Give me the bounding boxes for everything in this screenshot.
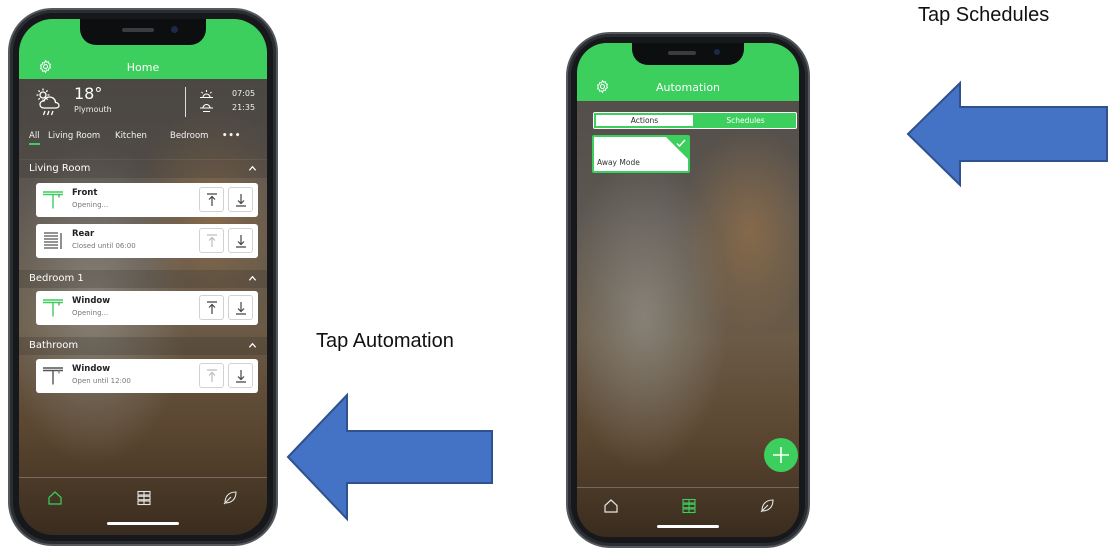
chevron-up-icon[interactable] bbox=[248, 341, 257, 350]
sunset-time: 21:35 bbox=[232, 103, 256, 112]
home-indicator[interactable] bbox=[107, 522, 179, 525]
page-title: Home bbox=[126, 61, 160, 74]
speaker-grille bbox=[668, 51, 696, 55]
temperature: 18° bbox=[74, 84, 103, 103]
arrow-up-icon bbox=[207, 234, 217, 247]
plus-icon bbox=[773, 447, 789, 463]
device-card-bathroom-window[interactable]: Window Open until 12:00 bbox=[36, 359, 258, 393]
device-name: Window bbox=[72, 364, 111, 374]
device-name: Window bbox=[72, 296, 111, 306]
left-arrow-icon bbox=[906, 80, 1108, 188]
leaf-icon[interactable] bbox=[222, 490, 238, 506]
device-card-rear[interactable]: Rear Closed until 06:00 bbox=[36, 224, 258, 258]
filter-all[interactable]: All bbox=[29, 131, 40, 145]
automation-phone-frame: Automation Actions Schedules Away Mode bbox=[566, 32, 810, 548]
leaf-icon[interactable] bbox=[759, 498, 775, 514]
room-name: Bedroom 1 bbox=[29, 273, 84, 284]
blind-open-icon bbox=[43, 191, 63, 209]
open-blind-button[interactable] bbox=[199, 187, 224, 212]
close-blind-button[interactable] bbox=[228, 228, 253, 253]
device-name: Rear bbox=[72, 229, 95, 239]
arrow-down-icon bbox=[236, 370, 246, 383]
left-arrow-icon bbox=[286, 392, 493, 522]
checkmark-icon bbox=[676, 139, 686, 148]
page-title: Automation bbox=[655, 81, 721, 94]
sunset-icon bbox=[200, 103, 213, 113]
arrow-up-icon bbox=[207, 193, 217, 206]
home-icon[interactable] bbox=[603, 498, 619, 514]
room-header-bedroom-1[interactable]: Bedroom 1 bbox=[19, 270, 267, 288]
tab-schedules[interactable]: Schedules bbox=[695, 113, 796, 128]
blind-closed-icon bbox=[44, 232, 62, 249]
close-blind-button[interactable] bbox=[228, 295, 253, 320]
automation-tabs: Actions Schedules bbox=[593, 112, 797, 129]
front-camera bbox=[714, 49, 720, 55]
arrow-up-icon bbox=[207, 369, 217, 382]
room-name: Living Room bbox=[29, 163, 91, 174]
filter-kitchen[interactable]: Kitchen bbox=[115, 131, 147, 141]
room-filter-bar: All Living Room Kitchen Bedroom ••• bbox=[29, 131, 261, 145]
location-name: Plymouth bbox=[74, 105, 112, 114]
weather-divider bbox=[185, 87, 186, 117]
automation-screen: Automation Actions Schedules Away Mode bbox=[577, 43, 799, 537]
device-status: Closed until 06:00 bbox=[72, 242, 136, 250]
front-camera bbox=[171, 26, 178, 33]
device-name: Front bbox=[72, 188, 98, 198]
open-blind-button[interactable] bbox=[199, 363, 224, 388]
home-icon[interactable] bbox=[47, 490, 63, 506]
close-blind-button[interactable] bbox=[228, 187, 253, 212]
filter-bedroom[interactable]: Bedroom bbox=[170, 131, 208, 141]
speaker-grille bbox=[122, 28, 154, 32]
open-blind-button[interactable] bbox=[199, 228, 224, 253]
weather-panel: 18° Plymouth 07:05 21:35 All Living Room… bbox=[19, 79, 267, 159]
blind-open-icon bbox=[43, 299, 63, 317]
device-status: Opening... bbox=[72, 309, 109, 317]
home-screen: Home 18° Plymouth 07:05 21:35 All Living… bbox=[19, 19, 267, 535]
device-card-bedroom-window[interactable]: Window Opening... bbox=[36, 291, 258, 325]
room-name: Bathroom bbox=[29, 340, 79, 351]
room-header-bathroom[interactable]: Bathroom bbox=[19, 337, 267, 355]
sun-cloud-rain-icon bbox=[36, 88, 60, 116]
more-filters-icon[interactable]: ••• bbox=[222, 131, 241, 141]
add-action-button[interactable] bbox=[764, 438, 798, 472]
action-name: Away Mode bbox=[597, 158, 640, 167]
arrow-down-icon bbox=[236, 302, 246, 315]
sunrise-time: 07:05 bbox=[232, 89, 256, 98]
device-status: Opening... bbox=[72, 201, 109, 209]
annotation-tap-schedules: Tap Schedules bbox=[918, 4, 1050, 26]
chevron-up-icon[interactable] bbox=[248, 164, 257, 173]
open-blind-button[interactable] bbox=[199, 295, 224, 320]
arrow-down-icon bbox=[236, 194, 246, 207]
phone-notch bbox=[632, 43, 744, 65]
blind-open-icon bbox=[43, 367, 63, 385]
grid-icon[interactable] bbox=[136, 490, 152, 506]
bottom-nav bbox=[19, 477, 267, 517]
bottom-nav bbox=[577, 487, 799, 523]
close-blind-button[interactable] bbox=[228, 363, 253, 388]
filter-living-room[interactable]: Living Room bbox=[48, 131, 100, 141]
home-indicator[interactable] bbox=[657, 525, 719, 528]
room-header-living-room[interactable]: Living Room bbox=[19, 160, 267, 178]
chevron-up-icon[interactable] bbox=[248, 274, 257, 283]
device-card-front[interactable]: Front Opening... bbox=[36, 183, 258, 217]
home-phone-frame: Home 18° Plymouth 07:05 21:35 All Living… bbox=[8, 8, 278, 546]
tab-actions[interactable]: Actions bbox=[594, 113, 695, 128]
arrow-down-icon bbox=[236, 235, 246, 248]
sunrise-icon bbox=[200, 90, 213, 99]
annotation-tap-automation: Tap Automation bbox=[316, 330, 454, 352]
grid-icon[interactable] bbox=[681, 498, 697, 514]
device-status: Open until 12:00 bbox=[72, 377, 131, 385]
arrow-up-icon bbox=[207, 301, 217, 314]
phone-notch bbox=[80, 19, 206, 45]
action-card-away-mode[interactable]: Away Mode bbox=[592, 135, 690, 173]
